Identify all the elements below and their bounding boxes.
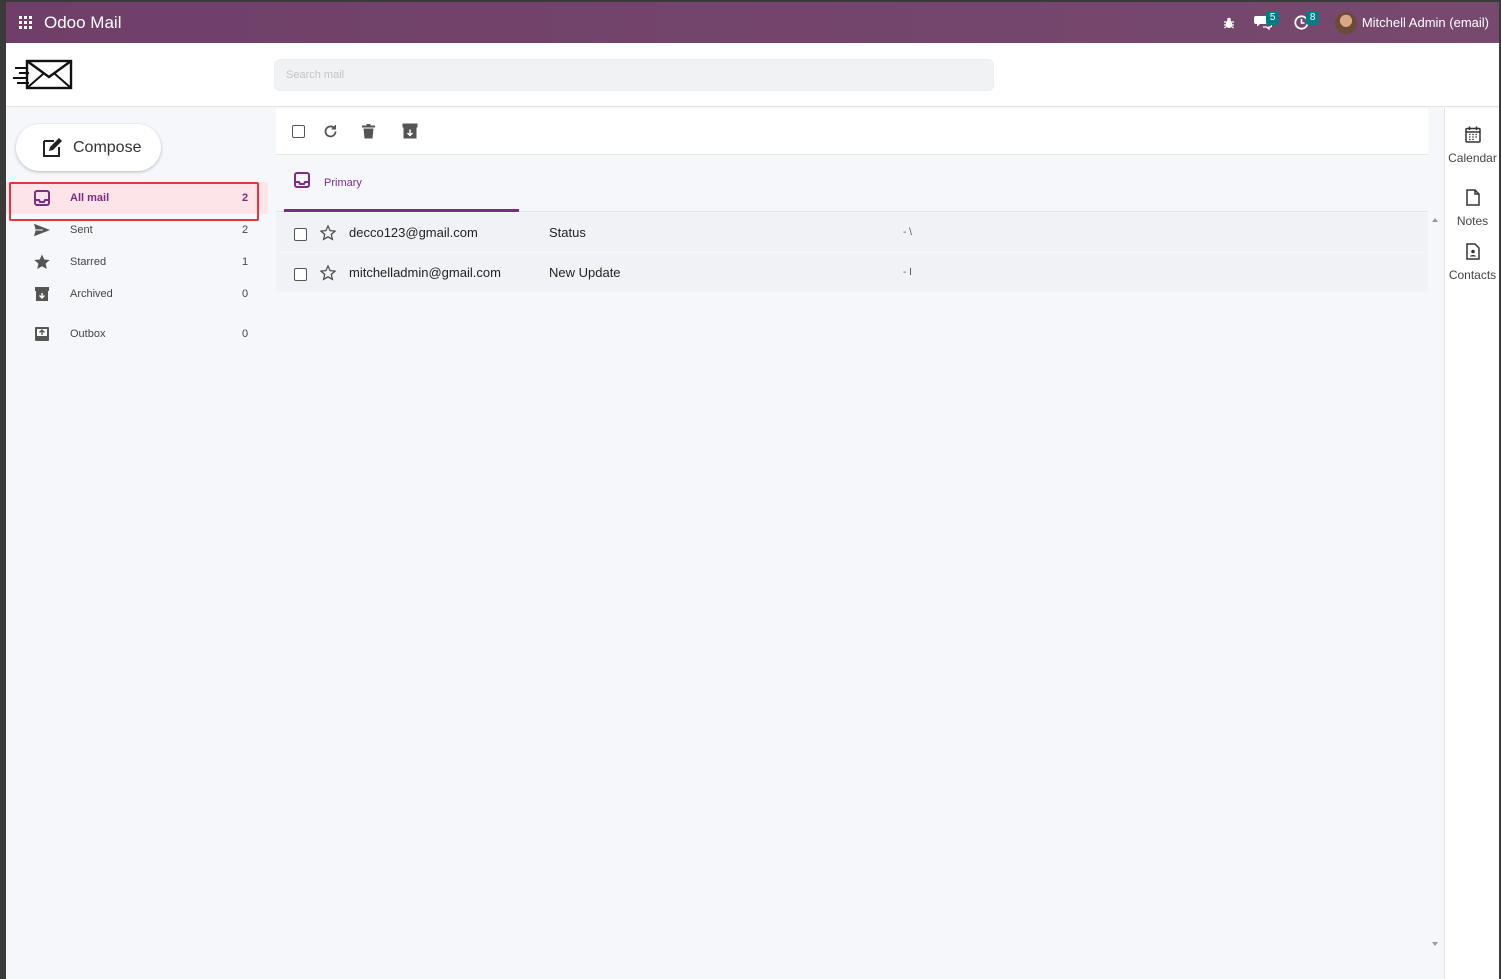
mail-tabs: Primary [276,156,1428,212]
right-side-panel: Calendar Notes Contacts [1444,108,1499,979]
sidebar-item-archived[interactable]: Archived 0 [6,278,268,310]
sidebar-item-count: 2 [242,192,249,204]
sidebar: Compose All mail 2 Sent 2 Starred 1 Arch… [6,108,268,979]
notes-shortcut[interactable]: Notes [1445,189,1499,228]
archive-icon [34,286,50,302]
sidebar-item-label: Starred [70,256,107,268]
mail-list-panel: Primary decco123@gmail.com Status - \ mi… [276,108,1438,979]
outbox-icon [34,326,50,342]
search-input[interactable] [274,59,994,91]
activities-button[interactable]: 8 [1294,2,1320,43]
email-sender: decco123@gmail.com [349,225,478,240]
apps-menu-icon[interactable] [6,2,44,43]
sidebar-item-all-mail[interactable]: All mail 2 [6,182,268,214]
mail-header [6,43,1499,107]
sidebar-item-outbox[interactable]: Outbox 0 [6,318,268,350]
row-checkbox[interactable] [294,268,307,281]
archive-button[interactable] [402,123,418,139]
sidebar-item-label: All mail [70,192,110,204]
calendar-label: Calendar [1448,151,1497,165]
note-icon [1465,189,1480,206]
email-subject: Status [549,225,586,240]
star-toggle-icon[interactable] [319,264,337,286]
table-row[interactable]: decco123@gmail.com Status - \ [276,213,1428,253]
email-snippet: - I [903,267,912,278]
table-row[interactable]: mitchelladmin@gmail.com New Update - I [276,253,1428,293]
calendar-shortcut[interactable]: Calendar [1445,126,1499,165]
list-toolbar [276,108,1428,155]
user-menu[interactable]: Mitchell Admin (email) [1334,11,1489,34]
sidebar-item-sent[interactable]: Sent 2 [6,214,268,246]
messages-button[interactable]: 5 [1253,2,1280,43]
top-navbar: Odoo Mail 5 8 Mitchell Admin (email) [6,2,1499,43]
sidebar-item-starred[interactable]: Starred 1 [6,246,268,278]
app-title[interactable]: Odoo Mail [44,13,121,33]
email-sender: mitchelladmin@gmail.com [349,265,501,280]
debug-icon[interactable] [1222,2,1236,43]
sidebar-item-label: Sent [70,224,93,236]
refresh-button[interactable] [323,124,338,139]
edit-icon [43,137,62,157]
delete-button[interactable] [362,123,375,139]
refresh-icon [324,124,337,137]
contact-icon [1465,243,1480,260]
contacts-shortcut[interactable]: Contacts [1445,243,1499,282]
sidebar-item-label: Outbox [70,328,106,340]
contacts-label: Contacts [1448,268,1497,282]
sidebar-item-count: 1 [242,256,249,268]
email-list: decco123@gmail.com Status - \ mitchellad… [276,213,1428,293]
activities-count-badge: 8 [1305,11,1320,25]
archive-icon [402,123,418,139]
send-icon [34,222,50,238]
notes-label: Notes [1456,214,1489,228]
sidebar-item-label: Archived [70,288,113,300]
compose-label: Compose [73,138,142,156]
star-icon [34,254,50,270]
star-toggle-icon[interactable] [319,224,337,246]
scroll-up-arrow[interactable] [1432,218,1438,222]
tab-primary[interactable]: Primary [284,156,519,212]
email-snippet: - \ [903,227,912,238]
sidebar-item-count: 0 [242,288,249,300]
mail-logo-icon [13,58,73,97]
avatar [1334,11,1357,34]
compose-button[interactable]: Compose [16,124,161,171]
user-name: Mitchell Admin (email) [1361,15,1489,30]
calendar-icon [1464,126,1481,143]
trash-icon [362,123,375,138]
email-subject: New Update [549,265,621,280]
mailbox-nav: All mail 2 Sent 2 Starred 1 Archived 0 O… [6,182,268,350]
select-all-checkbox[interactable] [292,124,305,138]
tab-label: Primary [324,176,362,189]
row-checkbox[interactable] [294,228,307,241]
sidebar-item-count: 2 [242,224,249,236]
app-frame: Odoo Mail 5 8 Mitchell Admin (email) Sea… [6,2,1499,979]
sidebar-item-count: 0 [242,328,249,340]
inbox-icon [294,172,310,193]
inbox-icon [34,190,50,206]
messages-count-badge: 5 [1265,11,1280,25]
scroll-down-arrow[interactable] [1432,942,1438,946]
